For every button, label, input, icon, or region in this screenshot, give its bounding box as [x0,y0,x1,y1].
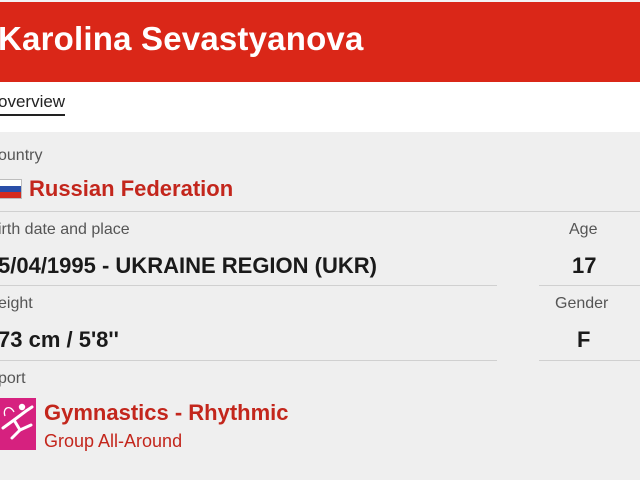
country-label: ountry [0,147,43,164]
tab-overview[interactable]: overview [0,92,66,116]
gender-value: F [577,327,591,352]
sport-label: port [0,370,26,387]
age-value: 17 [572,253,597,278]
divider [0,360,497,361]
age-label: Age [569,221,598,238]
height-label: eight [0,295,33,312]
russia-flag-icon [0,179,22,199]
divider [0,211,640,212]
profile-header: Karolina Sevastyanova [0,0,640,82]
sport-name[interactable]: Gymnastics - Rhythmic [44,400,289,426]
tab-bar: overview [0,82,640,132]
divider [0,285,497,286]
country-value[interactable]: Russian Federation [29,176,233,202]
divider [539,285,640,286]
athlete-name: Karolina Sevastyanova [0,20,364,57]
birth-label: irth date and place [0,221,130,238]
profile-details: ountry Russian Federation irth date and … [0,132,640,480]
height-value: 73 cm / 5'8'' [0,327,119,352]
birth-value: 5/04/1995 - UKRAINE REGION (UKR) [0,253,377,278]
divider [539,360,640,361]
rhythmic-gymnastics-icon [0,398,36,450]
gender-label: Gender [555,295,609,312]
sport-event[interactable]: Group All-Around [44,431,182,452]
